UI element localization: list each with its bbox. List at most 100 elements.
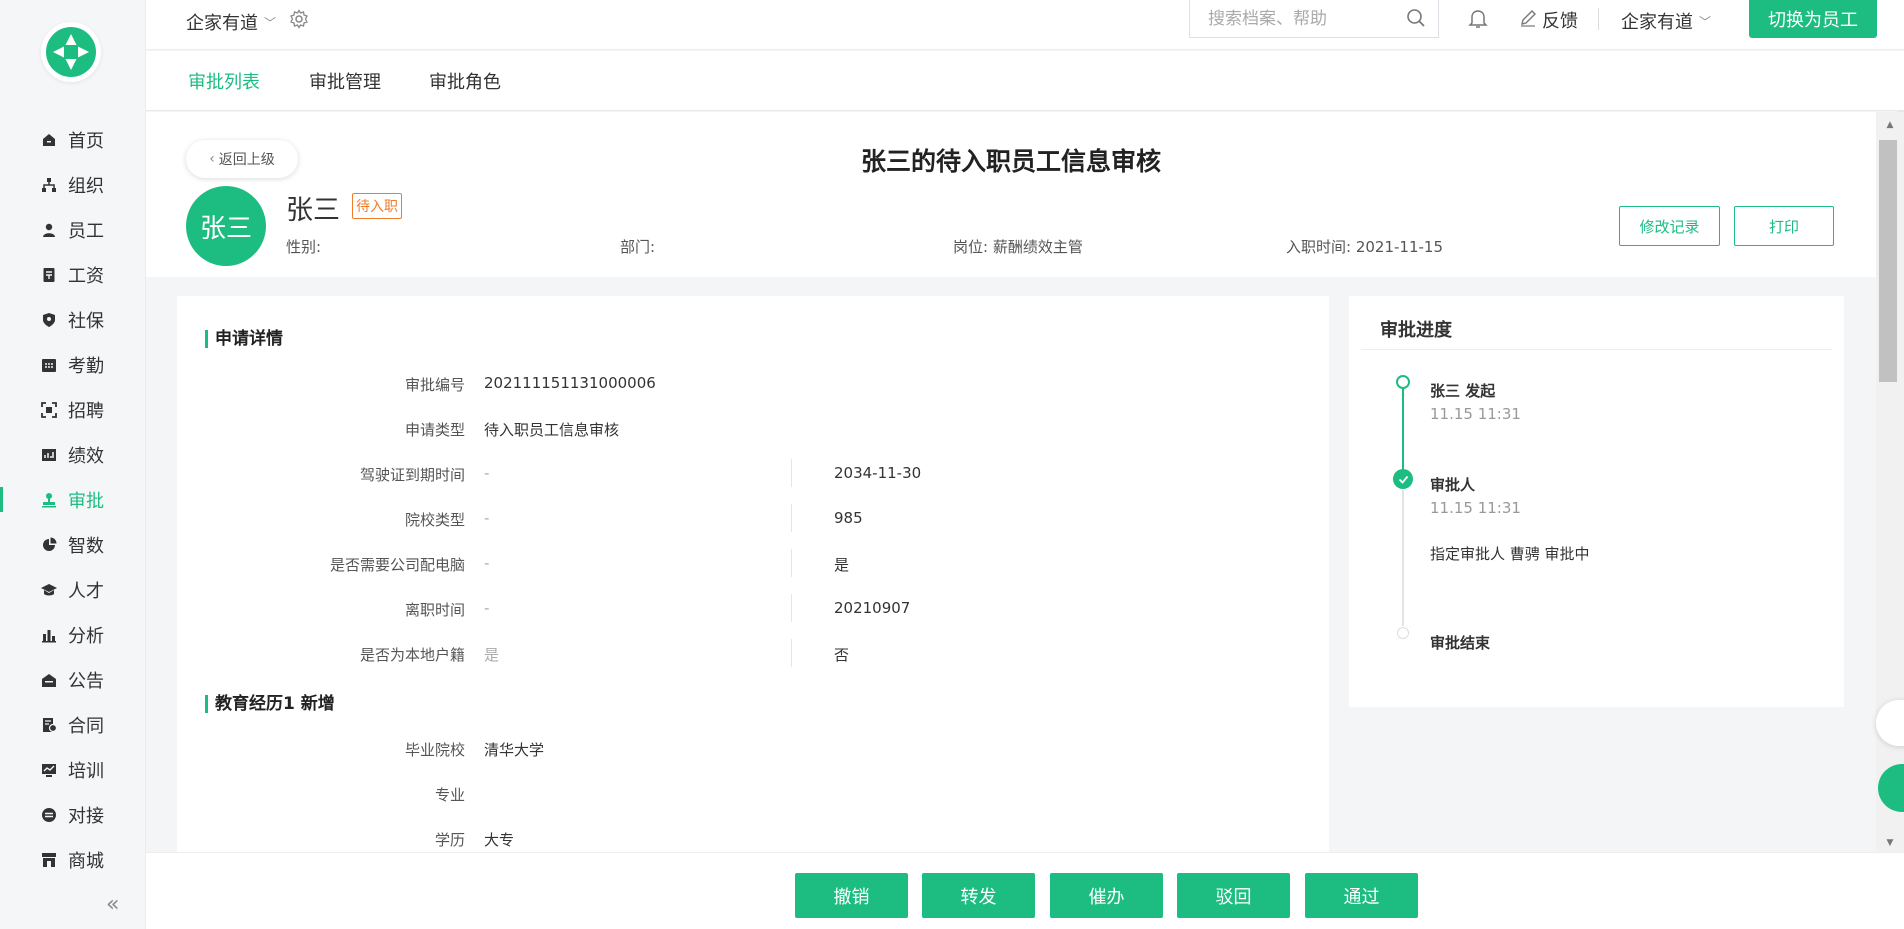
employee-header-card: ‹ 返回上级 张三的待入职员工信息审核 张三 张三 待入职 性别: 部门: 岗位… [146,112,1876,277]
timeline-end-title: 审批结束 [1430,634,1491,652]
change-label: 是否为本地户籍 [359,646,465,664]
tab-approval-list[interactable]: 审批列表 [188,68,260,114]
sidebar-item-org[interactable]: 组织 [0,162,146,207]
sidebar-item-recruit[interactable]: 招聘 [0,387,146,432]
timeline-approver-time: 11.15 11:31 [1430,499,1521,517]
detail-row: 专业 [177,784,1329,804]
new-value: 20210907 [834,599,911,617]
sidebar-item-label: 人才 [68,580,104,602]
search-box [1189,0,1439,38]
change-label: 是否需要公司配电脑 [329,556,465,574]
timeline-start-time: 11.15 11:31 [1430,405,1521,423]
forward-button[interactable]: 转发 [922,873,1035,918]
section-title: 教育经历1 新增 [205,695,335,713]
sidebar-item-attendance[interactable]: 考勤 [0,342,146,387]
company-logo[interactable] [41,22,101,82]
print-button[interactable]: 打印 [1734,206,1834,246]
page-title: 张三的待入职员工信息审核 [860,147,1161,176]
graduation-cap-icon [40,581,57,598]
old-value: 是 [484,646,500,664]
sidebar-item-home[interactable]: 首页 [0,117,146,162]
sidebar-item-contract[interactable]: 合同 [0,702,146,747]
detail-value: 202111151131000006 [484,374,656,392]
sidebar-item-analysis[interactable]: 分析 [0,612,146,657]
divider [791,639,792,667]
detail-row: 审批编号 202111151131000006 [177,374,1329,394]
sidebar-item-employee[interactable]: 员工 [0,207,146,252]
sidebar-item-social-security[interactable]: 社保 [0,297,146,342]
double-chevron-left-icon[interactable]: « [106,892,119,917]
search-icon[interactable] [1406,8,1426,32]
approval-progress-card: 审批进度 张三 发起 11.15 11:31 审批人 11.15 11:31 指… [1349,296,1844,707]
timeline-start-title: 张三 发起 [1430,382,1496,400]
old-value: - [484,509,490,527]
section-title: 申请详情 [205,330,283,348]
scroll-up-arrow-icon[interactable]: ▲ [1876,120,1904,130]
approve-button[interactable]: 通过 [1305,873,1418,918]
sidebar-item-smart-data[interactable]: 智数 [0,522,146,567]
avatar: 张三 [186,186,266,266]
scrollbar-thumb[interactable] [1879,140,1897,382]
switch-to-employee-button[interactable]: 切换为员工 [1749,0,1877,38]
tab-approval-roles[interactable]: 审批角色 [429,68,501,112]
reject-button[interactable]: 驳回 [1177,873,1290,918]
new-value: 985 [834,509,863,527]
detail-row: 申请类型 待入职员工信息审核 [177,419,1329,439]
calendar-icon [40,356,57,373]
chevron-down-icon: ﹀ [264,15,277,30]
sidebar-item-salary[interactable]: 工资 [0,252,146,297]
store-icon [40,851,57,868]
sidebar-item-performance[interactable]: 绩效 [0,432,146,477]
sidebar-item-label: 公告 [68,670,104,692]
bell-icon[interactable] [1468,8,1488,34]
tab-approval-management[interactable]: 审批管理 [309,68,381,112]
divider [1598,8,1599,30]
old-value: - [484,554,490,572]
shield-icon [40,311,57,328]
timeline-line [1402,382,1404,473]
sidebar-item-announcement[interactable]: 公告 [0,657,146,702]
change-row: 离职时间 - 20210907 [177,594,1329,622]
sidebar-item-label: 招聘 [68,400,104,422]
search-input[interactable] [1208,8,1398,29]
sidebar-item-approval[interactable]: 审批 [0,477,146,522]
person-icon [40,221,57,238]
logo-icon [46,27,96,77]
revoke-button[interactable]: 撤销 [795,873,908,918]
status-badge: 待入职 [352,193,402,219]
position-field: 岗位: 薪酬绩效主管 [953,238,1083,256]
top-bar: 企家有道 ﹀ 反馈 企家有道 ﹀ 切换为员工 [146,0,1904,50]
gear-icon[interactable] [289,9,309,33]
department-field: 部门: [620,238,656,256]
sidebar-item-label: 分析 [68,625,104,647]
company-menu[interactable]: 企家有道 ﹀ [1621,8,1711,34]
change-row: 是否为本地户籍 是 否 [177,639,1329,667]
training-board-icon [40,761,57,778]
connect-icon [40,806,57,823]
sidebar-item-label: 考勤 [68,355,104,377]
company-switcher[interactable]: 企家有道 ﹀ [186,9,276,35]
check-icon [1393,469,1413,489]
sidebar-item-label: 员工 [68,220,104,242]
divider [791,549,792,577]
change-row: 是否需要公司配电脑 - 是 [177,549,1329,577]
timeline-end-dot [1397,627,1409,639]
sidebar-item-label: 商城 [68,850,104,872]
home-icon [40,131,57,148]
modify-history-button[interactable]: 修改记录 [1619,206,1720,246]
sidebar-item-store[interactable]: 商城 [0,837,146,882]
scroll-down-arrow-icon[interactable]: ▼ [1876,838,1904,848]
sidebar-item-talent[interactable]: 人才 [0,567,146,612]
urge-button[interactable]: 催办 [1050,873,1163,918]
timeline-start-dot [1396,375,1410,389]
application-details-card: 申请详情 审批编号 202111151131000006 申请类型 待入职员工信… [177,296,1329,856]
pie-chart-icon [40,536,57,553]
sidebar-item-training[interactable]: 培训 [0,747,146,792]
announcement-icon [40,671,57,688]
sidebar-item-integration[interactable]: 对接 [0,792,146,837]
detail-label: 申请类型 [404,421,465,439]
old-value: - [484,599,490,617]
sidebar-item-label: 社保 [68,310,104,332]
feedback-button[interactable]: 反馈 [1519,7,1578,33]
gender-field: 性别: [286,238,322,256]
